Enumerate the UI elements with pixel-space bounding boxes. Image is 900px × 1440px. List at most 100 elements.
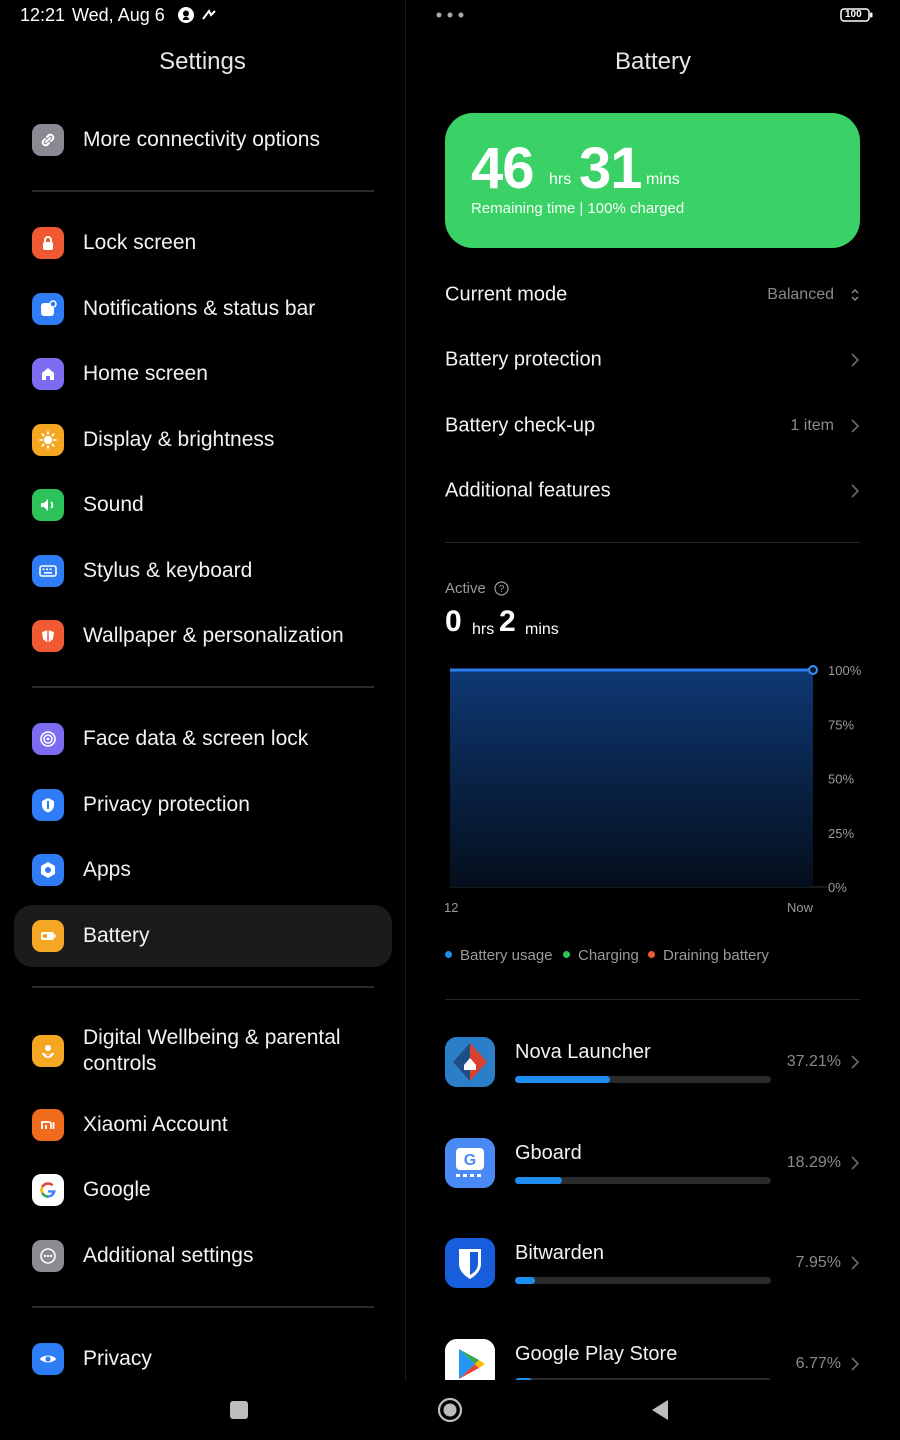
settings-item-label: More connectivity options [83, 128, 320, 151]
settings-item-apps[interactable]: Apps [14, 839, 392, 901]
settings-title: Settings [159, 48, 246, 75]
back-button[interactable] [650, 1399, 670, 1421]
wellbeing-icon [32, 1035, 64, 1067]
network-activity-icon [202, 9, 216, 20]
app-usage-item-google-play-store[interactable]: Google Play Store 6.77% [445, 1339, 860, 1380]
legend-item-draining: Draining battery [648, 947, 769, 964]
svg-text:?: ? [499, 584, 505, 595]
chart-area-fill [450, 670, 813, 887]
remaining-minutes-unit: mins [646, 171, 680, 188]
settings-item-label: Additional settings [83, 1244, 254, 1267]
settings-item-label: Google [83, 1178, 151, 1201]
lock-icon [32, 227, 64, 259]
recents-button[interactable] [230, 1401, 248, 1419]
chart-y-tick-label: 50% [828, 772, 854, 787]
app-usage-item-bitwarden[interactable]: Bitwarden 7.95% [445, 1238, 860, 1298]
gboard-icon: G [445, 1138, 495, 1188]
battery-protection-row[interactable]: Battery protection [445, 335, 860, 385]
app-usage-percent: 37.21% [786, 1053, 841, 1070]
settings-item-privacy-protection[interactable]: Privacy protection [14, 774, 392, 836]
current-mode-row[interactable]: Current mode Balanced [445, 270, 860, 320]
chevron-right-icon [851, 1055, 860, 1069]
settings-item-label: Sound [83, 493, 144, 516]
up-down-chevron-icon [851, 288, 859, 302]
settings-item-label: Xiaomi Account [83, 1113, 228, 1136]
apps-icon [32, 854, 64, 886]
legend-item-charging: Charging [563, 947, 639, 964]
chevron-right-icon [851, 353, 860, 367]
chart-y-tick-label: 75% [828, 717, 854, 732]
battery-checkup-row[interactable]: Battery check-up 1 item [445, 401, 860, 451]
separator [32, 1306, 374, 1308]
settings-item-notifications[interactable]: Notifications & status bar [14, 278, 392, 340]
legend-dot [563, 950, 570, 958]
row-label: Additional features [445, 479, 611, 502]
nova-launcher-icon [445, 1037, 495, 1087]
chart-current-point [808, 665, 818, 675]
app-usage-percent: 6.77% [795, 1355, 841, 1372]
active-minutes-unit: mins [525, 621, 559, 638]
chart-y-tick-label: 25% [828, 826, 854, 841]
settings-item-label: Lock screen [83, 231, 197, 254]
settings-item-battery[interactable]: Battery [14, 905, 392, 967]
settings-item-label: Apps [83, 858, 131, 881]
app-usage-percent: 7.95% [795, 1254, 841, 1271]
app-usage-item-gboard[interactable]: G Gboard 18.29% [445, 1138, 860, 1198]
settings-item-label: Battery [83, 924, 150, 947]
app-usage-item-nova-launcher[interactable]: Nova Launcher 37.21% [445, 1037, 860, 1097]
chart-x-tick-label: Now [787, 900, 814, 915]
chart-y-tick-label: 0% [828, 880, 847, 895]
settings-item-display[interactable]: Display & brightness [14, 409, 392, 471]
settings-item-label: Privacy protection [83, 793, 250, 816]
settings-item-more-connectivity[interactable]: More connectivity options [14, 109, 392, 171]
chevron-right-icon [851, 1256, 860, 1270]
settings-item-stylus-keyboard[interactable]: Stylus & keyboard [14, 540, 392, 602]
chart-y-tick-label: 100% [828, 663, 862, 678]
row-label: Current mode [445, 283, 568, 306]
settings-panel: Settings More connectivity options Lock … [0, 32, 405, 1380]
additional-features-row[interactable]: Additional features [445, 466, 860, 516]
separator [445, 542, 860, 543]
more-dots-icon[interactable] [436, 12, 466, 18]
settings-item-face-data[interactable]: Face data & screen lock [14, 708, 392, 770]
app-name: Nova Launcher [515, 1041, 651, 1063]
battery-level-chart: 100% 75% 50% 25% 0% 12 Now [444, 663, 862, 915]
usage-bar-fill [515, 1277, 536, 1284]
settings-item-label: Privacy [83, 1347, 152, 1370]
bitwarden-icon [445, 1238, 495, 1288]
usage-bar-track [515, 1277, 771, 1284]
legend-dot [648, 950, 655, 958]
settings-item-wallpaper[interactable]: Wallpaper & personalization [14, 605, 392, 667]
settings-item-label: Notifications & status bar [83, 297, 316, 320]
app-name: Bitwarden [515, 1242, 604, 1264]
status-bar: 12:21 Wed, Aug 6 100 [0, 0, 900, 32]
home-icon [32, 358, 64, 390]
settings-item-label: Wallpaper & personalization [83, 624, 344, 647]
settings-item-additional-settings[interactable]: Additional settings [14, 1225, 392, 1287]
usage-bar-fill [515, 1177, 562, 1184]
checkup-value: 1 item [790, 417, 834, 434]
settings-item-google[interactable]: Google [14, 1159, 392, 1221]
app-name: Gboard [515, 1142, 582, 1164]
settings-item-home-screen[interactable]: Home screen [14, 343, 392, 405]
home-button[interactable] [437, 1397, 463, 1423]
chevron-right-icon [851, 484, 860, 498]
battery-status-icon: 100 [840, 8, 874, 22]
help-icon[interactable]: ? [494, 581, 509, 596]
battery-level-text: 100 [845, 9, 862, 20]
separator [32, 986, 374, 988]
legend-item-battery-usage: Battery usage [445, 947, 553, 964]
active-label: Active [445, 580, 486, 597]
wallpaper-icon [32, 620, 64, 652]
notification-icon [32, 293, 64, 325]
settings-item-lock-screen[interactable]: Lock screen [14, 212, 392, 274]
app-usage-percent: 18.29% [786, 1154, 841, 1171]
settings-item-digital-wellbeing[interactable]: Digital Wellbeing & parental controls [14, 1018, 392, 1084]
settings-item-sound[interactable]: Sound [14, 474, 392, 536]
speaker-icon [32, 489, 64, 521]
settings-item-label: Display & brightness [83, 428, 275, 451]
usage-bar-track [515, 1076, 771, 1083]
usage-bar-fill [515, 1076, 611, 1083]
settings-item-xiaomi-account[interactable]: Xiaomi Account [14, 1094, 392, 1156]
usage-bar-track [515, 1177, 771, 1184]
